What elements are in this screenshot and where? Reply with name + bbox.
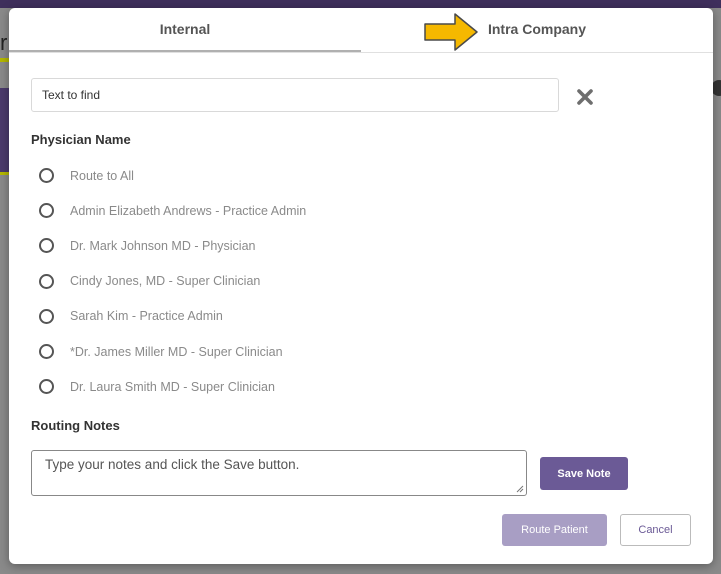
search-field	[31, 78, 559, 112]
arrow-right-icon	[424, 13, 478, 51]
physician-option-label: Sarah Kim - Practice Admin	[70, 309, 223, 324]
radio-button[interactable]	[39, 238, 54, 254]
physician-name-label: Physician Name	[31, 132, 131, 147]
cancel-button[interactable]: Cancel	[620, 514, 691, 546]
physician-option-label: Cindy Jones, MD - Super Clinician	[70, 274, 261, 289]
radio-button[interactable]	[39, 273, 54, 289]
modal-tabs: Internal Intra Company	[9, 8, 713, 53]
radio-button[interactable]	[39, 168, 54, 184]
radio-button[interactable]	[39, 344, 54, 360]
close-x-icon[interactable]	[574, 86, 596, 108]
physician-option[interactable]: Admin Elizabeth Andrews - Practice Admin	[39, 193, 639, 228]
tab-internal[interactable]: Internal	[9, 8, 361, 52]
routing-notes-label: Routing Notes	[31, 418, 120, 433]
physician-option[interactable]: Route to All	[39, 158, 639, 193]
routing-notes-textarea[interactable]	[32, 451, 526, 495]
physician-option-label: *Dr. James Miller MD - Super Clinician	[70, 344, 283, 359]
background-title-fragment: r	[0, 30, 8, 55]
physician-option[interactable]: Sarah Kim - Practice Admin	[39, 299, 639, 334]
route-patient-button[interactable]: Route Patient	[502, 514, 607, 546]
physician-option-label: Dr. Mark Johnson MD - Physician	[70, 238, 256, 253]
radio-button[interactable]	[39, 379, 54, 395]
route-patient-modal: Internal Intra Company Physician Name Ro…	[9, 8, 713, 564]
resize-grip-icon[interactable]	[516, 485, 524, 493]
physician-radio-list: Route to All Admin Elizabeth Andrews - P…	[39, 158, 639, 404]
search-input[interactable]	[32, 79, 558, 111]
physician-option-label: Admin Elizabeth Andrews - Practice Admin	[70, 203, 307, 218]
radio-button[interactable]	[39, 308, 54, 324]
physician-option[interactable]: Dr. Mark Johnson MD - Physician	[39, 228, 639, 263]
physician-option-label: Route to All	[70, 168, 134, 183]
save-note-button[interactable]: Save Note	[540, 457, 628, 490]
physician-option[interactable]: Cindy Jones, MD - Super Clinician	[39, 264, 639, 299]
physician-option-label: Dr. Laura Smith MD - Super Clinician	[70, 379, 275, 394]
physician-option[interactable]: *Dr. James Miller MD - Super Clinician	[39, 334, 639, 369]
radio-button[interactable]	[39, 203, 54, 219]
routing-notes-field	[31, 450, 527, 496]
background-top-bar	[0, 0, 721, 8]
tab-intra-company[interactable]: Intra Company	[361, 8, 713, 50]
physician-option[interactable]: Dr. Laura Smith MD - Super Clinician	[39, 369, 639, 404]
